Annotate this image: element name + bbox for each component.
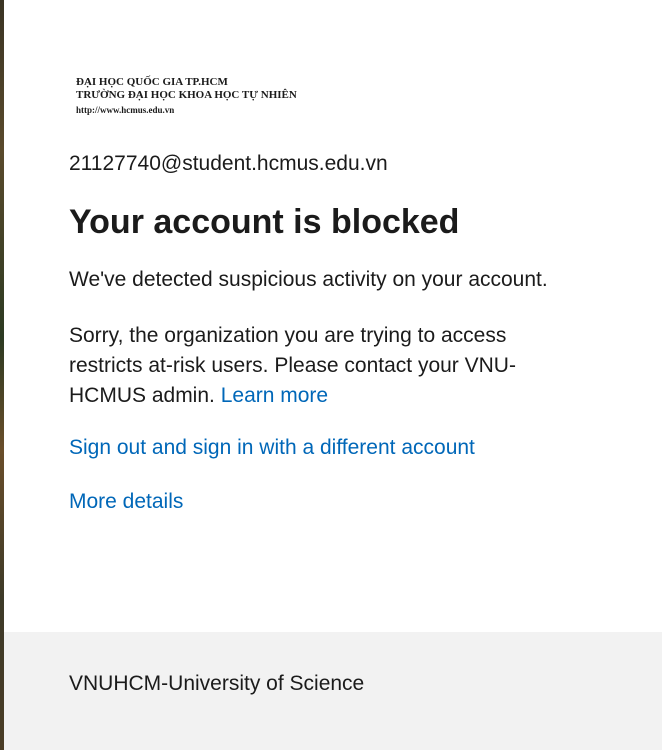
blocked-explanation: Sorry, the organization you are trying t… [69,321,579,411]
logo-line-1: ĐẠI HỌC QUỐC GIA TP.HCM [76,76,228,88]
logo-line-2: TRƯỜNG ĐẠI HỌC KHOA HỌC TỰ NHIÊN [76,89,297,101]
logo-url: http://www.hcmus.edu.vn [76,105,175,115]
footer-organization-name: VNUHCM-University of Science [69,672,365,695]
page-title: Your account is blocked [69,203,460,241]
signin-card: ĐẠI HỌC QUỐC GIA TP.HCM TRƯỜNG ĐẠI HỌC K… [4,0,662,632]
sign-out-link[interactable]: Sign out and sign in with a different ac… [69,436,475,460]
learn-more-link[interactable]: Learn more [221,384,328,407]
suspicious-activity-message: We've detected suspicious activity on yo… [69,268,548,291]
organization-logo: ĐẠI HỌC QUỐC GIA TP.HCM TRƯỜNG ĐẠI HỌC K… [76,76,297,117]
more-details-link[interactable]: More details [69,490,183,514]
account-identity: 21127740@student.hcmus.edu.vn [69,152,388,175]
footer: VNUHCM-University of Science [4,632,662,750]
